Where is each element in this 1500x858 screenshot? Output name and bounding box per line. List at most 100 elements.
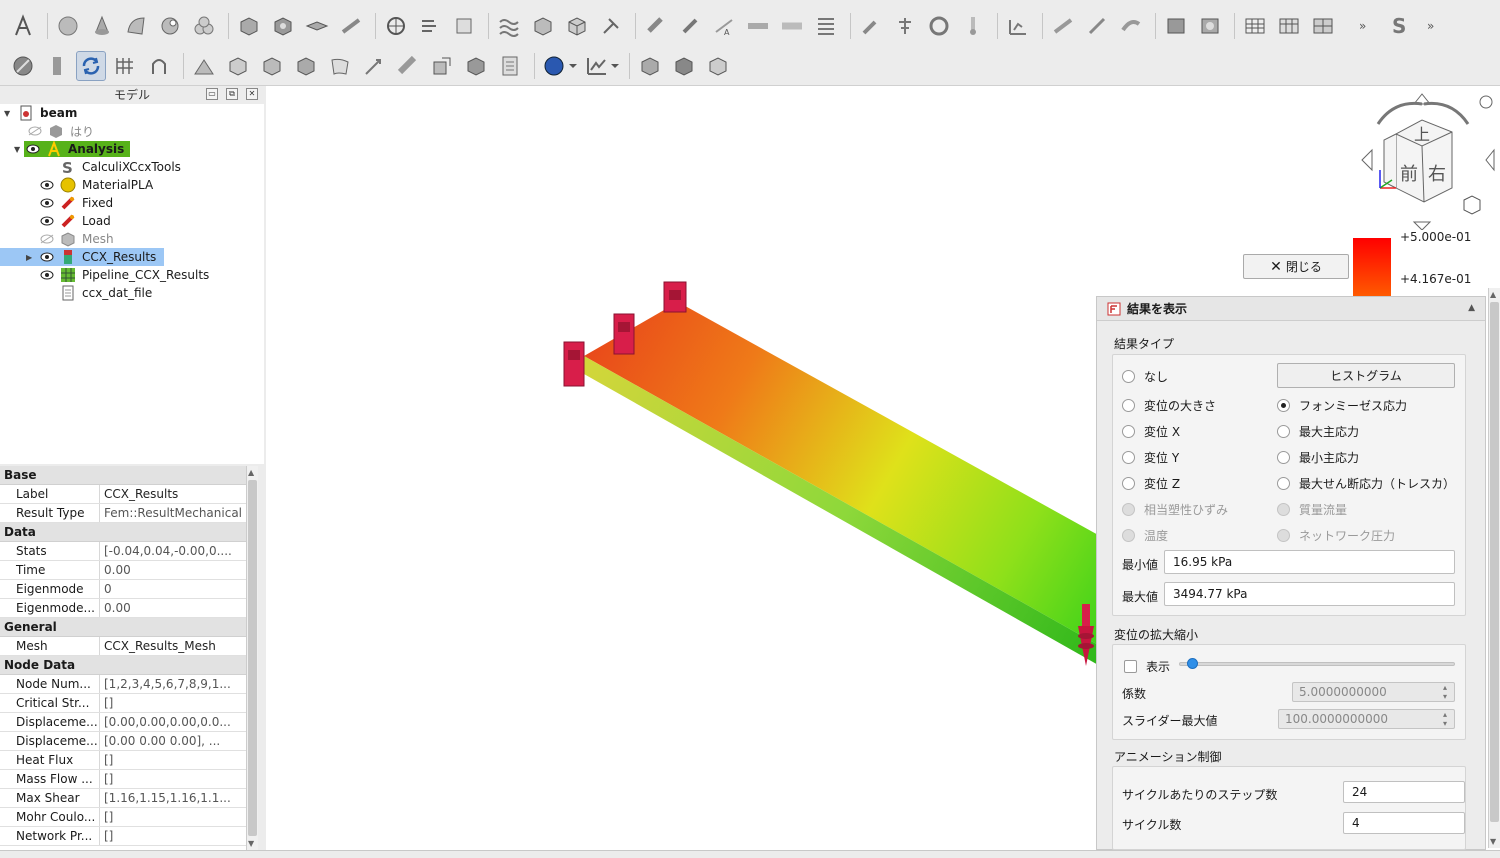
radio-disp-x[interactable]: 変位 X: [1122, 423, 1180, 440]
table-2-icon[interactable]: [1274, 11, 1304, 41]
min-value-field[interactable]: 16.95 kPa: [1164, 550, 1455, 574]
displacement-slider[interactable]: [1179, 662, 1455, 666]
hammer-icon[interactable]: [856, 11, 886, 41]
link-icon[interactable]: [336, 11, 366, 41]
tree-item-fixed[interactable]: Fixed: [0, 194, 264, 212]
tree-item-beam[interactable]: ▼ beam: [0, 104, 264, 122]
prop-group-header[interactable]: General: [0, 618, 258, 637]
region-icon[interactable]: [291, 51, 321, 81]
equation-icon[interactable]: [415, 11, 445, 41]
cube-icon[interactable]: [562, 11, 592, 41]
max-value-field[interactable]: 3494.77 kPa: [1164, 582, 1455, 606]
atoms-icon[interactable]: [189, 11, 219, 41]
prop-row[interactable]: Critical Str...[]: [0, 694, 258, 713]
bar-icon[interactable]: [42, 51, 72, 81]
stop-icon[interactable]: [8, 51, 38, 81]
collapse-icon[interactable]: ▲: [1468, 303, 1475, 313]
prop-row[interactable]: Mass Flow ...[]: [0, 770, 258, 789]
mesh-box-icon[interactable]: [528, 11, 558, 41]
tree-icon[interactable]: [890, 11, 920, 41]
chevron-down-icon[interactable]: [568, 51, 578, 81]
mesh-region-icon[interactable]: [1116, 11, 1146, 41]
prop-value[interactable]: [1.16,1.15,1.16,1.1...: [100, 789, 258, 807]
prop-value[interactable]: []: [100, 694, 258, 712]
flow-icon[interactable]: A: [709, 11, 739, 41]
pipe-2-icon[interactable]: [777, 11, 807, 41]
tree-item-load[interactable]: Load: [0, 212, 264, 230]
panel-collapse-icon[interactable]: ▭: [206, 88, 218, 100]
constraint-icon[interactable]: [381, 11, 411, 41]
tree-item-body[interactable]: はり: [0, 122, 264, 140]
eye-icon[interactable]: [40, 180, 54, 190]
more-2-icon[interactable]: »: [1418, 11, 1448, 41]
navcube-rotate-left-icon[interactable]: [1376, 101, 1423, 125]
plate-icon[interactable]: [302, 11, 332, 41]
prop-value[interactable]: [-0.04,0.04,-0.00,0....: [100, 542, 258, 560]
bolt-icon[interactable]: [641, 11, 671, 41]
color-sphere-icon[interactable]: [540, 51, 570, 81]
pipe-bend-icon[interactable]: [144, 51, 174, 81]
cut-icon[interactable]: [257, 51, 287, 81]
prop-row[interactable]: Result Type Fem::ResultMechanical: [0, 504, 258, 523]
tree-item-ccx-results[interactable]: ▶ CCX_Results: [0, 248, 164, 266]
panel-close-icon[interactable]: ✕: [246, 88, 258, 100]
radio-max-shear[interactable]: 最大せん断応力（トレスカ）: [1277, 475, 1455, 492]
grid-icon[interactable]: [110, 51, 140, 81]
radio-max-principal[interactable]: 最大主応力: [1277, 423, 1359, 440]
thermo-icon[interactable]: [958, 11, 988, 41]
shell-icon[interactable]: [121, 11, 151, 41]
tree-item-mesh[interactable]: Mesh: [0, 230, 264, 248]
radio-disp-z[interactable]: 変位 Z: [1122, 475, 1180, 492]
eye-icon[interactable]: [26, 144, 40, 154]
gear-mesh-icon[interactable]: [268, 11, 298, 41]
cone-icon[interactable]: [87, 11, 117, 41]
result-box-2-icon[interactable]: [669, 51, 699, 81]
torus-icon[interactable]: [155, 11, 185, 41]
pen-icon[interactable]: [675, 11, 705, 41]
prop-row[interactable]: Mohr Coulo...[]: [0, 808, 258, 827]
clip-icon[interactable]: [223, 51, 253, 81]
navcube-rotate-right-icon[interactable]: [1423, 101, 1470, 125]
box-mesh-icon[interactable]: [234, 11, 264, 41]
histogram-button[interactable]: ヒストグラム: [1277, 363, 1455, 388]
radio-none[interactable]: なし: [1122, 368, 1168, 385]
mesh-net-icon[interactable]: [1082, 11, 1112, 41]
prop-value[interactable]: Fem::ResultMechanical: [100, 504, 258, 522]
prop-value[interactable]: []: [100, 751, 258, 769]
chart-line-icon[interactable]: [582, 51, 612, 81]
more-icon[interactable]: »: [1350, 11, 1380, 41]
eye-icon[interactable]: [40, 252, 54, 262]
warp-icon[interactable]: [189, 51, 219, 81]
prop-value[interactable]: []: [100, 808, 258, 826]
spring-icon[interactable]: [811, 11, 841, 41]
radio-min-principal[interactable]: 最小主応力: [1277, 449, 1359, 466]
result-box-3-icon[interactable]: [703, 51, 733, 81]
radio-disp-y[interactable]: 変位 Y: [1122, 449, 1179, 466]
navcube-top-face[interactable]: 上: [1414, 125, 1430, 144]
prop-row[interactable]: Stats [-0.04,0.04,-0.00,0....: [0, 542, 258, 561]
prop-group-header[interactable]: Node Data: [0, 656, 258, 675]
steps-per-cycle-field[interactable]: 24: [1343, 781, 1465, 803]
eye-hidden-icon[interactable]: [28, 126, 42, 136]
table-3-icon[interactable]: [1308, 11, 1338, 41]
prop-group-header[interactable]: Base: [0, 466, 258, 485]
prop-value[interactable]: 0.00: [100, 561, 258, 579]
close-button[interactable]: ✕ 閉じる: [1243, 254, 1349, 279]
task-panel-header[interactable]: 結果を表示 ▲: [1097, 297, 1485, 321]
tree-expanded-arrow-icon[interactable]: ▼: [4, 109, 14, 118]
prop-value[interactable]: []: [100, 827, 258, 845]
prop-value[interactable]: [1,2,3,4,5,6,7,8,9,1...: [100, 675, 258, 693]
show-displacement-checkbox[interactable]: 表示: [1124, 658, 1170, 675]
eye-icon[interactable]: [40, 270, 54, 280]
radio-disp-magnitude[interactable]: 変位の大きさ: [1122, 397, 1216, 414]
solver-icon[interactable]: [449, 11, 479, 41]
eye-icon[interactable]: [40, 216, 54, 226]
prop-row[interactable]: Time 0.00: [0, 561, 258, 580]
prop-row[interactable]: Node Num... [1,2,3,4,5,6,7,8,9,1...: [0, 675, 258, 694]
prop-value[interactable]: []: [100, 770, 258, 788]
navcube-left-arrow-icon[interactable]: [1361, 148, 1373, 172]
property-scrollbar[interactable]: ▲ ▼: [246, 466, 258, 850]
tools-icon[interactable]: [596, 11, 626, 41]
filter-icon[interactable]: [427, 51, 457, 81]
solver-run-icon[interactable]: [1195, 11, 1225, 41]
